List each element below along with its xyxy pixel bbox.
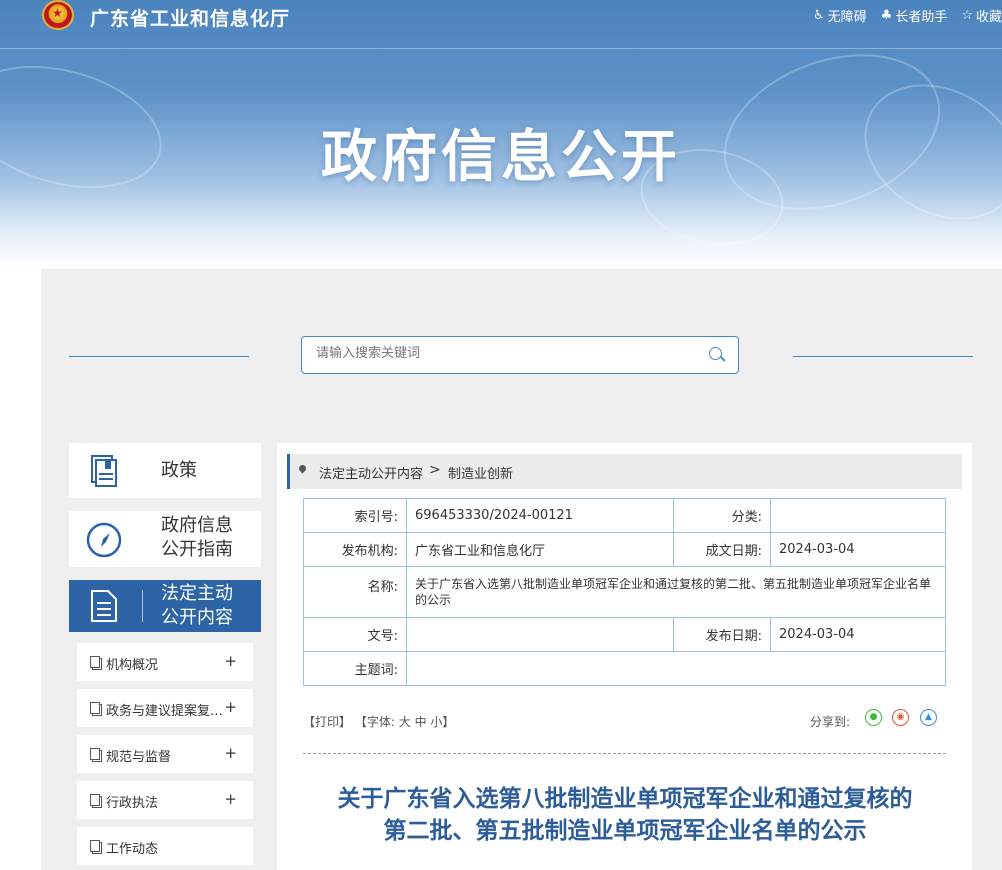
weibo-share-icon[interactable]: ◉ (892, 709, 909, 726)
chevron-right-icon: > (429, 462, 441, 478)
meta-value: 广东省工业和信息化厅 (406, 532, 674, 567)
elder-helper-icon: ♣ (880, 8, 893, 23)
sidebar-item-label: 政务与建议提案复… (106, 704, 224, 719)
search-icon[interactable] (709, 347, 722, 360)
location-pin-icon (297, 463, 308, 474)
sidebar-card-label: 法定主动 (161, 583, 233, 604)
meta-label: 文号: (303, 617, 407, 652)
meta-value (406, 617, 674, 652)
font-large-button[interactable]: 大 (399, 715, 411, 729)
favorite-label: 收藏 (975, 10, 1002, 25)
meta-value: 696453330/2024-00121 (406, 498, 674, 533)
sidebar-item-label: 行政执法 (106, 796, 159, 811)
hero-title: 政府信息公开 (321, 125, 681, 190)
sidebar-item-proposals[interactable]: 政务与建议提案复… + (77, 689, 253, 727)
page-icon (90, 702, 102, 716)
meta-label: 主题词: (303, 651, 407, 686)
page-tools: 【打印】 【字体: 大 中 小】 (303, 713, 454, 730)
sidebar-item-enforcement[interactable]: 行政执法 + (77, 781, 253, 819)
meta-label: 发布日期: (673, 617, 771, 652)
search-input[interactable] (314, 345, 698, 362)
sidebar-card-policy[interactable]: 政策 (69, 443, 261, 498)
wechat-share-icon[interactable]: ● (865, 709, 882, 726)
sidebar-card-guide[interactable]: 政府信息 公开指南 (69, 511, 261, 567)
sidebar-card-label: 公开指南 (161, 539, 233, 560)
expand-icon[interactable]: + (224, 744, 237, 762)
sidebar-card-label: 政策 (161, 460, 197, 481)
expand-icon[interactable]: + (224, 698, 237, 716)
share-label: 分享到: (810, 715, 851, 729)
article-title-line: 关于广东省入选第八批制造业单项冠军企业和通过复核的 (337, 786, 913, 812)
divider-right (793, 356, 973, 357)
meta-value: 关于广东省入选第八批制造业单项冠军企业和通过复核的第二批、第五批制造业单项冠军企… (406, 566, 946, 618)
sidebar-item-organization[interactable]: 机构概况 + (77, 643, 253, 681)
accessibility-label: 无障碍 (827, 10, 867, 25)
meta-value (770, 498, 946, 533)
header-banner: 广东省工业和信息化厅 ♿ 无障碍 ♣ 长者助手 ☆ 收藏 政府信息公开 (0, 0, 1002, 270)
document-icon (91, 590, 117, 622)
font-small-button[interactable]: 小】 (430, 715, 454, 729)
site-title[interactable]: 广东省工业和信息化厅 (90, 4, 290, 31)
article-title-line: 第二批、第五批制造业单项冠军企业名单的公示 (383, 818, 867, 844)
meta-label: 名称: (303, 566, 407, 618)
font-medium-button[interactable]: 中 (415, 715, 427, 729)
breadcrumb-item[interactable]: 法定主动公开内容 (319, 463, 423, 482)
page-icon (90, 748, 102, 762)
top-bar: 广东省工业和信息化厅 ♿ 无障碍 ♣ 长者助手 ☆ 收藏 (0, 0, 1002, 49)
meta-label: 分类: (673, 498, 771, 533)
divider-left (69, 356, 249, 357)
qq-share-icon[interactable]: ▲ (920, 709, 937, 726)
divider-dashed (303, 753, 946, 754)
page-icon (90, 656, 102, 670)
sidebar-card-label: 政府信息 (161, 515, 233, 536)
elder-helper-link[interactable]: ♣ 长者助手 (881, 6, 948, 25)
national-emblem-icon (42, 0, 74, 30)
page-icon (90, 840, 102, 854)
accessibility-icon: ♿ (812, 8, 825, 23)
article-title: 关于广东省入选第八批制造业单项冠军企业和通过复核的 第二批、第五批制造业单项冠军… (290, 783, 960, 847)
sidebar-card-statutory-disclosure[interactable]: 法定主动 公开内容 (69, 580, 261, 632)
search-box (301, 336, 739, 374)
meta-value: 2024-03-04 (770, 532, 946, 567)
meta-value (406, 651, 946, 686)
print-button[interactable]: 【打印】 (303, 715, 351, 729)
expand-icon[interactable]: + (224, 790, 237, 808)
sidebar-item-label: 机构概况 (106, 658, 159, 673)
sidebar-item-label: 规范与监督 (106, 750, 172, 765)
sidebar-item-work-news[interactable]: 工作动态 (77, 827, 253, 865)
star-icon: ☆ (961, 8, 973, 23)
breadcrumb: 法定主动公开内容 > 制造业创新 (287, 454, 962, 489)
meta-label: 发布机构: (303, 532, 407, 567)
accessibility-link[interactable]: ♿ 无障碍 (813, 6, 867, 25)
font-size-label: 【字体: (354, 715, 395, 729)
favorite-link[interactable]: ☆ 收藏 (961, 6, 1002, 25)
top-links: ♿ 无障碍 ♣ 长者助手 ☆ 收藏 (813, 6, 1002, 25)
sidebar-item-label: 工作动态 (106, 842, 159, 857)
elder-helper-label: 长者助手 (895, 10, 948, 25)
breadcrumb-item[interactable]: 制造业创新 (448, 463, 513, 482)
book-icon (91, 455, 117, 487)
card-divider (142, 590, 143, 622)
page-icon (90, 794, 102, 808)
meta-label: 成文日期: (673, 532, 771, 567)
meta-label: 索引号: (303, 498, 407, 533)
sidebar-card-label: 公开内容 (161, 607, 233, 628)
meta-value: 2024-03-04 (770, 617, 946, 652)
metadata-table: 索引号: 696453330/2024-00121 分类: 发布机构: 广东省工… (303, 498, 946, 686)
compass-icon (86, 522, 122, 558)
sidebar-item-regulation[interactable]: 规范与监督 + (77, 735, 253, 773)
expand-icon[interactable]: + (224, 652, 237, 670)
